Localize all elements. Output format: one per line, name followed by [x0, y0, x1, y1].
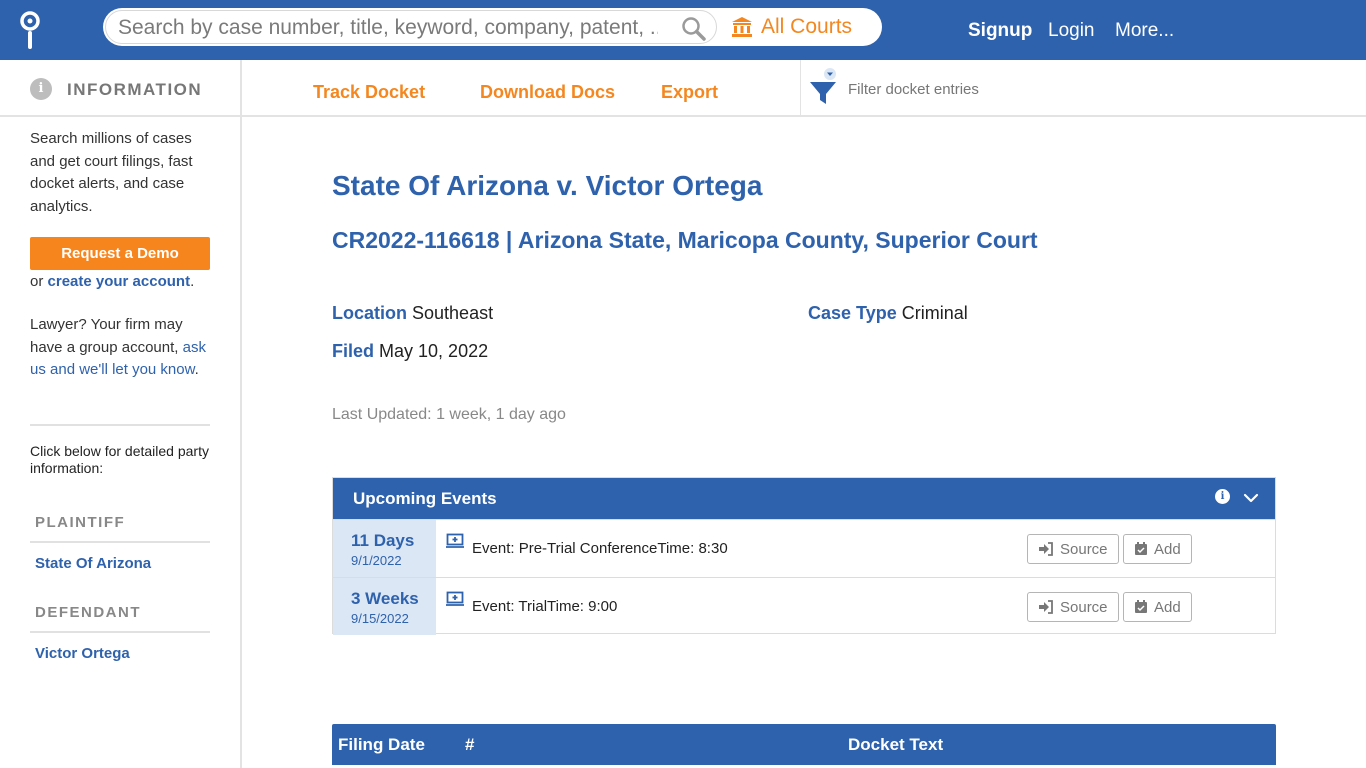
- event-screen-icon: [446, 591, 464, 606]
- period-text: .: [190, 273, 195, 290]
- event-date: 9/1/2022: [351, 553, 402, 568]
- docket-toolbar: Track Docket Download Docs Export: [242, 60, 1366, 117]
- event-row: 11 Days 9/1/2022 Event: Pre-Trial Confer…: [333, 519, 1275, 577]
- filed-field: Filed May 10, 2022: [332, 341, 488, 362]
- event-text: Event: Pre-Trial ConferenceTime: 8:30: [472, 540, 728, 557]
- case-title: State Of Arizona v. Victor Ortega: [332, 170, 763, 201]
- plaintiff-divider: [30, 541, 210, 543]
- search-bar: All Courts: [103, 8, 882, 46]
- plaintiff-heading: PLAINTIFF: [35, 514, 126, 531]
- courthouse-icon: [732, 17, 752, 37]
- upcoming-events-header[interactable]: Upcoming Events i: [333, 478, 1275, 519]
- signup-link[interactable]: Signup: [968, 20, 1032, 42]
- case-type-label: Case Type: [808, 303, 897, 323]
- location-value: Southeast: [412, 303, 494, 323]
- defendant-divider: [30, 631, 210, 633]
- event-add-button[interactable]: Add: [1123, 592, 1192, 622]
- location-label: Location: [332, 303, 407, 323]
- info-icon: i: [30, 78, 52, 100]
- filter-docket-input[interactable]: [848, 78, 1148, 100]
- event-add-label: Add: [1154, 540, 1181, 558]
- download-docs-button[interactable]: Download Docs: [480, 82, 615, 103]
- search-input[interactable]: [118, 15, 658, 41]
- track-docket-button[interactable]: Track Docket: [313, 82, 425, 103]
- docket-table-header: Filing Date # Docket Text: [332, 724, 1276, 765]
- event-source-label: Source: [1060, 540, 1108, 558]
- plaintiff-link[interactable]: State Of Arizona: [35, 555, 151, 572]
- calendar-check-icon: [1135, 600, 1147, 613]
- or-text: or: [30, 273, 44, 290]
- top-bar: All Courts Signup Login More...: [0, 0, 1366, 60]
- event-date: 9/15/2022: [351, 611, 409, 626]
- event-when: 3 Weeks 9/15/2022: [333, 578, 436, 635]
- chevron-down-icon[interactable]: [1243, 490, 1259, 506]
- upcoming-events-title: Upcoming Events: [353, 489, 497, 508]
- all-courts-label: All Courts: [761, 15, 853, 38]
- event-row: 3 Weeks 9/15/2022 Event: TrialTime: 9:00…: [333, 577, 1275, 635]
- toolbar-separator: [800, 60, 801, 115]
- more-menu-link[interactable]: More...: [1115, 20, 1174, 42]
- col-filing-date[interactable]: Filing Date: [338, 735, 425, 755]
- event-text: Event: TrialTime: 9:00: [472, 598, 618, 615]
- case-subtitle: CR2022-116618 | Arizona State, Maricopa …: [332, 227, 1038, 253]
- create-account-line: or create your account.: [30, 271, 215, 294]
- event-when: 11 Days 9/1/2022: [333, 520, 436, 577]
- logo-icon[interactable]: [18, 10, 44, 50]
- sidebar-intro: Search millions of cases and get court f…: [30, 130, 193, 215]
- event-screen-icon: [446, 533, 464, 548]
- filed-label: Filed: [332, 341, 375, 361]
- sidebar: i INFORMATION Search millions of cases a…: [0, 60, 242, 768]
- create-account-link[interactable]: create your account: [48, 273, 191, 290]
- defendant-link[interactable]: Victor Ortega: [35, 645, 130, 662]
- defendant-heading: DEFENDANT: [35, 604, 141, 621]
- sign-in-icon: [1039, 542, 1053, 556]
- export-button[interactable]: Export: [661, 82, 718, 103]
- col-number[interactable]: #: [465, 735, 474, 755]
- lawyer-period: .: [194, 361, 199, 378]
- case-type-value: Criminal: [901, 303, 968, 323]
- events-info-icon[interactable]: i: [1215, 489, 1230, 504]
- filed-value: May 10, 2022: [379, 341, 489, 361]
- lawyer-text: Lawyer? Your firm may have a group accou…: [30, 316, 183, 356]
- case-type-field: Case Type Criminal: [808, 303, 968, 324]
- login-link[interactable]: Login: [1048, 20, 1095, 42]
- col-docket-text[interactable]: Docket Text: [848, 735, 943, 755]
- last-updated: Last Updated: 1 week, 1 day ago: [332, 406, 566, 423]
- search-icon[interactable]: [681, 16, 707, 42]
- event-add-button[interactable]: Add: [1123, 534, 1192, 564]
- event-relative-time: 3 Weeks: [351, 589, 419, 608]
- upcoming-events-panel: Upcoming Events i 11 Days 9/1/2022 Event…: [332, 477, 1276, 635]
- event-add-label: Add: [1154, 598, 1181, 616]
- sign-in-icon: [1039, 600, 1053, 614]
- location-field: Location Southeast: [332, 303, 493, 324]
- sidebar-heading: INFORMATION: [67, 80, 203, 99]
- party-intro: Click below for detailed party informati…: [30, 443, 209, 476]
- event-relative-time: 11 Days: [351, 531, 415, 550]
- sidebar-header: i INFORMATION: [0, 60, 240, 117]
- filter-icon[interactable]: [808, 64, 838, 106]
- calendar-check-icon: [1135, 542, 1147, 555]
- event-source-label: Source: [1060, 598, 1108, 616]
- search-field-wrapper: [105, 10, 717, 44]
- request-demo-button[interactable]: Request a Demo: [30, 237, 210, 270]
- event-source-button[interactable]: Source: [1027, 592, 1119, 622]
- event-source-button[interactable]: Source: [1027, 534, 1119, 564]
- lawyer-note: Lawyer? Your firm may have a group accou…: [30, 314, 215, 382]
- sidebar-divider: [30, 424, 210, 426]
- all-courts-button[interactable]: All Courts: [731, 13, 852, 41]
